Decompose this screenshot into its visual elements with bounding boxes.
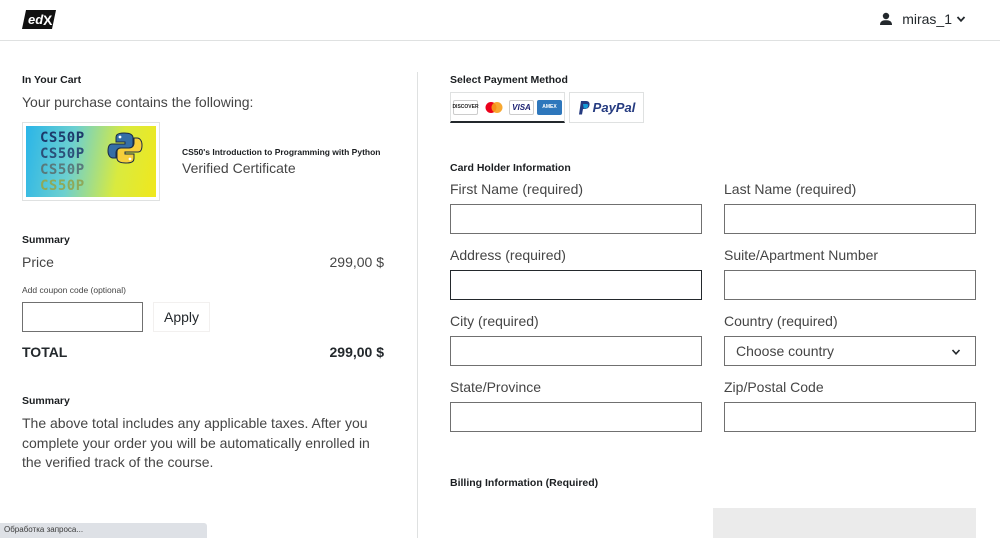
user-menu[interactable]: miras_1 xyxy=(878,11,966,27)
city-field[interactable] xyxy=(450,336,702,366)
address-label: Address (required) xyxy=(450,247,566,263)
discover-card-icon: DISCOVER xyxy=(452,99,479,115)
last-name-field[interactable] xyxy=(724,204,976,234)
payment-method-paypal[interactable]: PayPal xyxy=(569,92,644,123)
product-image: CS50P CS50P CS50P CS50P xyxy=(22,122,160,201)
mastercard-icon xyxy=(481,99,506,115)
product-type: Verified Certificate xyxy=(182,160,296,176)
product-image-text: CS50P xyxy=(40,162,85,178)
country-select[interactable]: Choose country xyxy=(724,336,976,366)
zip-field[interactable] xyxy=(724,402,976,432)
user-icon xyxy=(880,12,893,25)
first-name-label: First Name (required) xyxy=(450,181,584,197)
product-image-text: CS50P xyxy=(40,130,85,146)
visa-card-icon: VISA xyxy=(509,99,534,115)
zip-label: Zip/Postal Code xyxy=(724,379,824,395)
price-label: Price xyxy=(22,254,54,270)
coupon-input[interactable] xyxy=(22,302,143,332)
total-value: 299,00 $ xyxy=(329,344,385,360)
state-field[interactable] xyxy=(450,402,702,432)
cart-heading: In Your Cart xyxy=(22,74,82,86)
coupon-label: Add coupon code (optional) xyxy=(22,285,126,295)
city-label: City (required) xyxy=(450,313,539,329)
first-name-field[interactable] xyxy=(450,204,702,234)
top-header: ed X miras_1 xyxy=(0,0,1000,41)
product-title: CS50's Introduction to Programming with … xyxy=(182,147,381,157)
country-select-value: Choose country xyxy=(736,343,835,359)
card-holder-heading: Card Holder Information xyxy=(450,162,571,174)
visa-card-text: VISA xyxy=(512,102,531,112)
price-value: 299,00 $ xyxy=(329,254,385,270)
chevron-down-icon xyxy=(951,349,961,355)
svg-text:ed: ed xyxy=(28,12,44,27)
amex-card-text: AMEX xyxy=(542,104,557,110)
billing-placeholder-box xyxy=(713,508,976,538)
product-image-text: CS50P xyxy=(40,178,85,194)
summary-heading: Summary xyxy=(22,234,70,246)
apply-coupon-button[interactable]: Apply xyxy=(153,302,210,332)
mastercard-circles xyxy=(485,101,502,113)
address-field[interactable] xyxy=(450,270,702,300)
payment-heading: Select Payment Method xyxy=(450,74,568,86)
product-image-text: CS50P xyxy=(40,146,85,162)
discover-card-text: DISCOVER xyxy=(452,104,479,110)
chevron-down-icon xyxy=(956,16,966,23)
paypal-label: PayPal xyxy=(592,100,636,115)
summary-note-heading: Summary xyxy=(22,395,70,407)
suite-field[interactable] xyxy=(724,270,976,300)
amex-card-icon: AMEX xyxy=(537,99,562,115)
column-divider xyxy=(417,72,418,538)
billing-heading: Billing Information (Required) xyxy=(450,477,599,489)
username: miras_1 xyxy=(902,11,952,27)
svg-text:X: X xyxy=(43,12,53,28)
state-label: State/Province xyxy=(450,379,542,395)
total-label: TOTAL xyxy=(22,344,68,360)
summary-note-text: The above total includes any applicable … xyxy=(22,415,370,470)
payment-method-card[interactable]: DISCOVER VISA AMEX xyxy=(450,92,565,123)
suite-label: Suite/Apartment Number xyxy=(724,247,879,263)
browser-status-bar: Обработка запроса... xyxy=(0,523,207,538)
edx-logo[interactable]: ed X xyxy=(22,10,56,29)
last-name-label: Last Name (required) xyxy=(724,181,857,197)
paypal-icon xyxy=(578,100,590,114)
country-label: Country (required) xyxy=(724,313,838,329)
python-logo-icon xyxy=(107,132,143,164)
cart-intro: Your purchase contains the following: xyxy=(22,94,254,110)
